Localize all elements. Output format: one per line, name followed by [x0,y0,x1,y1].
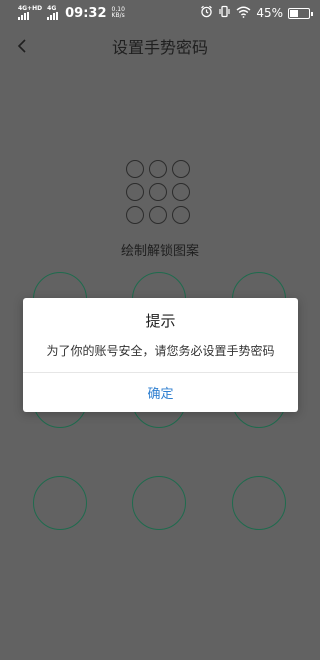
pattern-preview [126,160,194,228]
preview-dot [172,183,190,201]
dialog-title: 提示 [145,312,176,330]
network-speed: 0.10 KB/s [111,6,125,20]
status-bar: 4G+HD 4G 09:32 0.10 KB/s 45% [0,0,320,26]
preview-dot [149,206,167,224]
preview-dot [126,183,144,201]
battery-fill [290,9,299,17]
speed-unit: KB/s [111,12,125,19]
wifi-icon [236,6,251,21]
vibrate-icon [218,5,231,21]
status-right: 45% [200,5,313,21]
alarm-icon [200,5,213,21]
battery-icon [288,7,313,19]
pattern-hint: 绘制解锁图案 [120,244,199,259]
preview-dot [172,206,190,224]
confirm-button[interactable]: 确定 [23,373,298,412]
nav-bar: 设置手势密码 [0,26,320,66]
dialog-message: 为了你的账号安全，请您务必设置手势密码 [46,344,275,358]
sim1-signal-icon: 4G+HD [18,6,42,20]
preview-dot [149,160,167,178]
lock-node-7[interactable] [33,476,87,530]
preview-dot [149,183,167,201]
lock-node-8[interactable] [132,476,186,530]
sim2-signal-icon: 4G [47,6,59,20]
page-title: 设置手势密码 [111,38,208,57]
lock-node-9[interactable] [232,476,286,530]
alert-dialog: 提示 为了你的账号安全，请您务必设置手势密码 确定 [23,298,298,412]
preview-dot [126,160,144,178]
clock: 09:32 [65,5,107,21]
preview-dot [126,206,144,224]
battery-percent: 45% [256,6,283,20]
chevron-left-icon [17,39,26,53]
back-button[interactable] [10,34,34,58]
preview-dot [172,160,190,178]
status-left: 4G+HD 4G 09:32 0.10 KB/s [18,6,125,21]
